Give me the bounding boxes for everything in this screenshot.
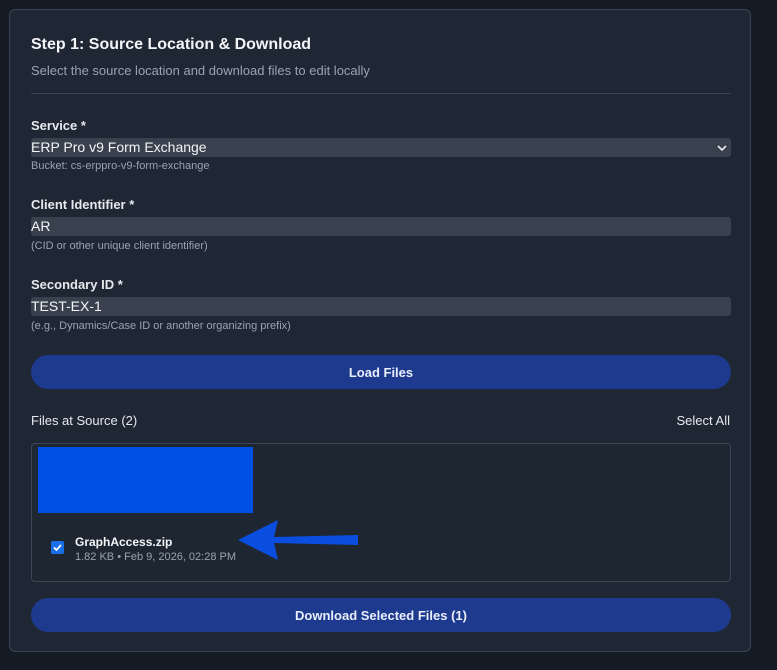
secondary-hint: (e.g., Dynamics/Case ID or another organ…	[31, 320, 291, 332]
secondary-id-input[interactable]	[31, 297, 731, 316]
redaction-block	[38, 447, 253, 513]
client-label: Client Identifier *	[31, 197, 135, 212]
file-meta: 1.82 KB • Feb 9, 2026, 02:28 PM	[75, 551, 237, 563]
download-selected-button[interactable]: Download Selected Files (1)	[31, 598, 731, 632]
service-select-value: ERP Pro v9 Form Exchange	[31, 139, 207, 155]
client-identifier-input[interactable]	[31, 217, 731, 236]
chevron-down-icon	[717, 144, 727, 151]
files-heading: Files at Source (2)	[31, 413, 138, 428]
file-name: GraphAccess.zip	[75, 535, 173, 549]
file-list: GraphAccess.zip 1.82 KB • Feb 9, 2026, 0…	[31, 443, 731, 582]
load-files-button[interactable]: Load Files	[31, 355, 731, 389]
file-checkbox[interactable]	[51, 541, 64, 554]
step-title: Step 1: Source Location & Download	[31, 36, 312, 53]
divider	[31, 93, 731, 94]
service-label: Service *	[31, 118, 86, 133]
client-hint: (CID or other unique client identifier)	[31, 240, 208, 252]
annotation-arrow-icon	[238, 520, 358, 560]
secondary-label: Secondary ID *	[31, 277, 123, 292]
select-all-link[interactable]: Select All	[677, 413, 730, 428]
service-hint: Bucket: cs-erppro-v9-form-exchange	[31, 160, 210, 172]
step-panel: Step 1: Source Location & Download Selec…	[9, 9, 751, 652]
service-select[interactable]: ERP Pro v9 Form Exchange	[31, 138, 731, 157]
step-subtitle: Select the source location and download …	[31, 63, 370, 78]
checkmark-icon	[53, 544, 62, 552]
